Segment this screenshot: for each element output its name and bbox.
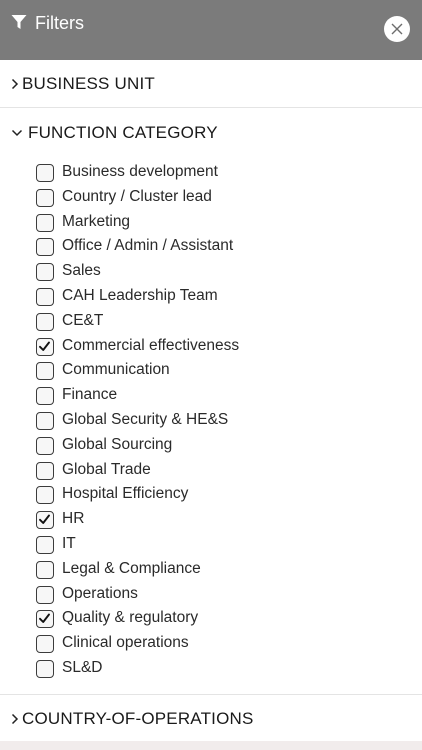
checkbox[interactable] — [36, 536, 54, 554]
checkbox[interactable] — [36, 560, 54, 579]
function-option-checkbox[interactable]: Operations — [36, 583, 336, 605]
option-label: Global Security & HE&S — [62, 411, 229, 428]
function-option-checkbox[interactable]: Quality & regulatory — [36, 607, 336, 629]
checkbox[interactable] — [36, 412, 54, 430]
function-option-checkbox[interactable]: Country / Cluster lead — [36, 186, 336, 208]
checkbox[interactable] — [36, 263, 54, 282]
option-label: Country / Cluster lead — [62, 187, 212, 205]
checkbox[interactable] — [36, 362, 54, 381]
option-label: Global Trade — [62, 460, 151, 478]
checkbox[interactable] — [36, 436, 54, 455]
function-option-checkbox[interactable]: HR — [36, 508, 336, 530]
function-option-checkbox[interactable]: Sales — [36, 260, 336, 282]
option-label: Quality & regulatory — [62, 609, 199, 627]
checkbox[interactable] — [36, 213, 54, 232]
option-label: Marketing — [62, 212, 131, 230]
close-icon — [391, 23, 403, 35]
checkmark-icon — [39, 514, 50, 525]
checkbox[interactable] — [36, 660, 54, 678]
function-option-checkbox[interactable]: Global Sourcing — [36, 434, 336, 456]
function-option-checkbox[interactable]: Communication — [36, 359, 336, 381]
section-label: COUNTRY-OF-OPERATIONS — [22, 709, 254, 728]
checkbox[interactable] — [36, 635, 54, 654]
function-option-checkbox[interactable]: CAH Leadership Team — [36, 285, 336, 307]
checkbox[interactable] — [36, 238, 54, 257]
function-option-checkbox[interactable]: Finance — [36, 384, 336, 406]
checkbox[interactable] — [36, 610, 54, 629]
option-label: IT — [62, 535, 76, 552]
option-label: CE&T — [62, 311, 104, 329]
function-option-checkbox[interactable]: IT — [36, 533, 336, 555]
filter-icon — [11, 15, 27, 29]
checkbox[interactable] — [36, 164, 54, 182]
function-option-checkbox[interactable]: Clinical operations — [36, 632, 336, 654]
checkbox[interactable] — [36, 288, 54, 306]
checkbox[interactable] — [36, 511, 54, 530]
function-option-checkbox[interactable]: Business development — [36, 161, 336, 183]
checkbox[interactable] — [36, 337, 54, 356]
option-label: HR — [62, 510, 85, 528]
checkbox[interactable] — [36, 312, 54, 331]
chevron-down-icon — [11, 129, 23, 137]
function-option-checkbox[interactable]: Global Trade — [36, 459, 336, 481]
checkbox[interactable] — [36, 461, 54, 480]
function-option-checkbox[interactable]: Marketing — [36, 211, 336, 233]
bottom-divider — [0, 741, 422, 750]
option-label: Legal & Compliance — [62, 559, 201, 577]
checkbox[interactable] — [36, 188, 54, 207]
option-label: Global Sourcing — [62, 435, 173, 453]
section-business-unit[interactable]: BUSINESS UNIT — [0, 60, 422, 108]
checkbox[interactable] — [36, 387, 54, 406]
section-label: FUNCTION CATEGORY — [28, 123, 218, 142]
option-label: Commercial effectiveness — [62, 336, 240, 354]
function-option-checkbox[interactable]: CE&T — [36, 310, 336, 332]
checkbox[interactable] — [36, 486, 54, 505]
section-label: BUSINESS UNIT — [22, 74, 155, 93]
checkbox[interactable] — [36, 585, 54, 604]
option-label: Office / Admin / Assistant — [62, 237, 234, 255]
function-option-checkbox[interactable]: Hospital Efficiency — [36, 483, 336, 505]
option-label: SL&D — [62, 659, 103, 676]
section-function-category[interactable]: FUNCTION CATEGORY — [0, 109, 422, 157]
filters-header: Filters — [0, 0, 422, 60]
option-label: CAH Leadership Team — [62, 287, 218, 304]
filters-title: Filters — [35, 13, 84, 33]
checkmark-icon — [39, 613, 50, 624]
option-label: Operations — [62, 584, 138, 602]
function-option-checkbox[interactable]: Legal & Compliance — [36, 558, 336, 580]
checkmark-icon — [39, 341, 50, 351]
option-label: Hospital Efficiency — [62, 485, 189, 503]
option-label: Finance — [62, 386, 118, 404]
function-option-checkbox[interactable]: Global Security & HE&S — [36, 409, 336, 431]
option-label: Business development — [62, 163, 218, 180]
function-option-checkbox[interactable]: Commercial effectiveness — [36, 335, 336, 357]
option-label: Sales — [62, 262, 101, 280]
chevron-right-icon — [11, 713, 19, 725]
option-label: Communication — [62, 361, 170, 379]
close-button[interactable] — [384, 16, 410, 42]
function-option-checkbox[interactable]: SL&D — [36, 657, 336, 679]
chevron-right-icon — [11, 78, 19, 90]
function-option-checkbox[interactable]: Office / Admin / Assistant — [36, 235, 336, 257]
section-country-of-operations[interactable]: COUNTRY-OF-OPERATIONS — [0, 694, 422, 742]
option-label: Clinical operations — [62, 634, 189, 652]
